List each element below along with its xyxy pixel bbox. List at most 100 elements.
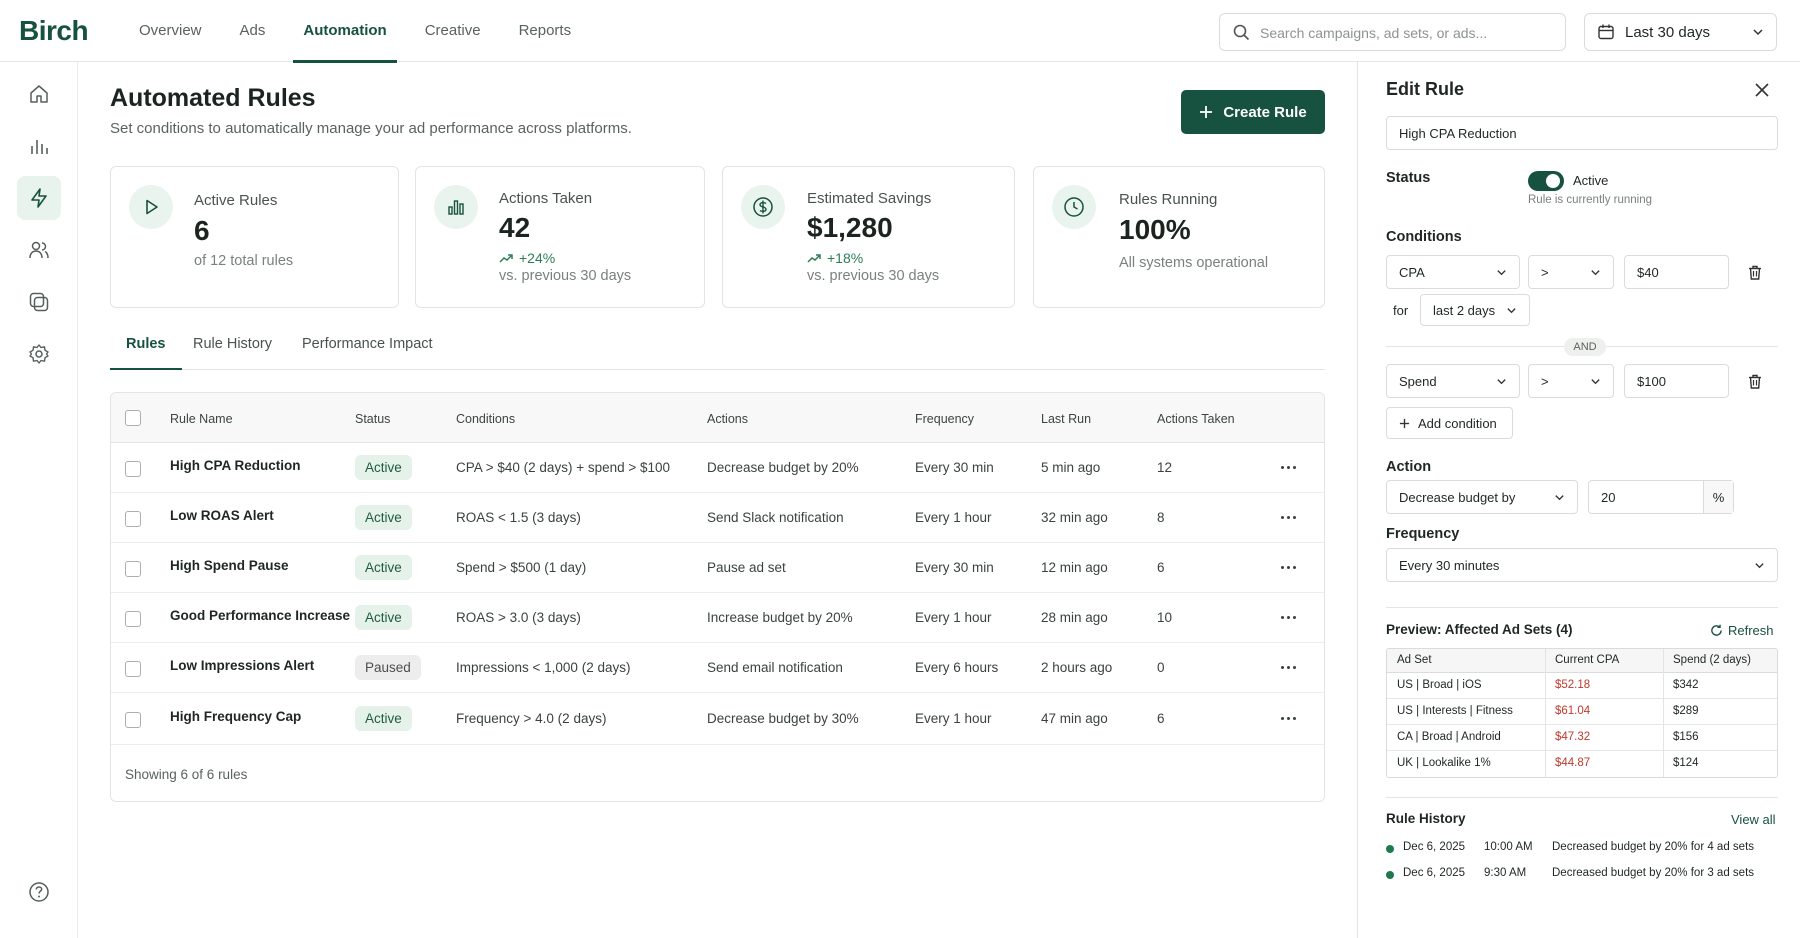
history-text: Decreased budget by 20% for 3 ad sets [1552,867,1755,879]
nav-creative[interactable]: Creative [425,0,481,62]
rule-name-input[interactable]: High CPA Reduction [1386,116,1778,150]
date-range-select[interactable]: Last 30 days [1584,13,1777,51]
trend-up-icon [807,254,821,263]
nav-overview[interactable]: Overview [139,0,202,62]
more-options-icon[interactable] [1281,666,1296,669]
col-frequency[interactable]: Frequency [915,412,974,426]
chart-icon[interactable] [17,124,61,168]
search-input[interactable] [1260,22,1550,44]
row-checkbox[interactable] [125,561,141,577]
preview-ad-set: UK | Lookalike 1% [1397,757,1491,769]
rule-name[interactable]: Good Performance Increase [170,608,350,623]
condition-2-value-input[interactable]: $100 [1624,364,1729,398]
tab-performance-impact[interactable]: Performance Impact [302,336,433,352]
table-row[interactable]: High CPA Reduction Active CPA > $40 (2 d… [111,443,1324,493]
chevron-down-icon [1555,494,1564,500]
refresh-icon [1711,624,1722,636]
row-checkbox[interactable] [125,712,141,728]
condition-2-metric: Spend [1399,373,1437,389]
table-row[interactable]: Low Impressions Alert Paused Impressions… [111,643,1324,693]
plus-icon [1200,106,1213,118]
rule-conditions: ROAS < 1.5 (3 days) [456,510,581,525]
date-range-label: Last 30 days [1625,23,1711,41]
users-icon[interactable] [17,228,61,272]
sidebar [0,62,78,938]
action-select[interactable]: Decrease budget by [1386,480,1578,514]
condition-2-metric-select[interactable]: Spend [1386,364,1520,398]
col-conditions[interactable]: Conditions [456,412,515,426]
rule-frequency: Every 30 min [915,560,994,575]
col-rule-name[interactable]: Rule Name [170,412,233,426]
bolt-icon[interactable] [17,176,61,220]
rule-last-run: 28 min ago [1041,610,1108,625]
condition-1-operator-select[interactable]: > [1528,255,1614,289]
rules-table: Rule Name Status Conditions Actions Freq… [110,392,1325,802]
status-badge: Active [355,455,412,480]
col-last-run[interactable]: Last Run [1041,412,1091,426]
nav-reports[interactable]: Reports [519,0,572,62]
help-icon[interactable] [17,870,61,914]
chevron-down-icon [1497,269,1506,275]
rule-name[interactable]: High Frequency Cap [170,709,301,724]
preview-title: Preview: Affected Ad Sets (4) [1386,622,1573,637]
row-checkbox[interactable] [125,461,141,477]
col-status[interactable]: Status [355,412,390,426]
condition-2-operator-select[interactable]: > [1528,364,1614,398]
more-options-icon[interactable] [1281,566,1296,569]
nav-ads[interactable]: Ads [240,0,266,62]
more-options-icon[interactable] [1281,516,1296,519]
rule-name[interactable]: Low Impressions Alert [170,658,314,673]
col-actions[interactable]: Actions [707,412,748,426]
row-checkbox[interactable] [125,511,141,527]
preview-spend: $124 [1673,757,1699,769]
view-all-link[interactable]: View all [1731,812,1776,827]
trash-icon[interactable] [1748,374,1762,389]
col-actions-taken[interactable]: Actions Taken [1157,412,1235,426]
search-box[interactable] [1219,13,1566,51]
create-rule-button[interactable]: Create Rule [1181,90,1325,134]
rule-conditions: Frequency > 4.0 (2 days) [456,711,607,726]
rule-name[interactable]: High CPA Reduction [170,458,301,473]
frequency-select[interactable]: Every 30 minutes [1386,548,1778,582]
rule-name[interactable]: Low ROAS Alert [170,508,274,523]
status-toggle[interactable] [1528,171,1564,191]
logo[interactable]: Birch [19,15,89,47]
rule-last-run: 2 hours ago [1041,660,1113,675]
tab-rules[interactable]: Rules [110,336,181,370]
condition-1-value-input[interactable]: $40 [1624,255,1729,289]
tab-rule-history[interactable]: Rule History [193,336,272,352]
rule-action: Decrease budget by 30% [707,711,859,726]
preview-row: CA | Broad | Android $47.32 $156 [1387,725,1777,751]
layers-icon[interactable] [17,280,61,324]
rule-name[interactable]: High Spend Pause [170,558,289,573]
history-text: Decreased budget by 20% for 4 ad sets [1552,841,1755,853]
table-row[interactable]: Good Performance Increase Active ROAS > … [111,593,1324,643]
home-icon[interactable] [17,72,61,116]
history-item: Dec 6, 2025 9:30 AM Decreased budget by … [1386,867,1778,883]
more-options-icon[interactable] [1281,717,1296,720]
rule-frequency: Every 1 hour [915,610,992,625]
frequency-label: Frequency [1386,526,1460,542]
table-row[interactable]: High Frequency Cap Active Frequency > 4.… [111,693,1324,745]
gear-icon[interactable] [17,332,61,376]
row-checkbox[interactable] [125,611,141,627]
condition-1-period-select[interactable]: last 2 days [1420,294,1530,326]
refresh-button[interactable]: Refresh [1710,623,1774,638]
rule-actions-taken: 6 [1157,560,1165,575]
table-row[interactable]: Low ROAS Alert Active ROAS < 1.5 (3 days… [111,493,1324,543]
more-options-icon[interactable] [1281,466,1296,469]
add-condition-button[interactable]: Add condition [1386,407,1513,439]
nav-automation[interactable]: Automation [293,0,398,63]
row-checkbox[interactable] [125,661,141,677]
column-divider [1545,649,1546,777]
table-row[interactable]: High Spend Pause Active Spend > $500 (1 … [111,543,1324,593]
refresh-label: Refresh [1728,623,1774,638]
action-amount-input[interactable]: 20 % [1588,480,1734,514]
close-icon[interactable] [1755,83,1769,97]
condition-1-metric-select[interactable]: CPA [1386,255,1520,289]
history-time: 9:30 AM [1484,867,1527,879]
trash-icon[interactable] [1748,265,1762,280]
rule-actions-taken: 12 [1157,460,1173,475]
more-options-icon[interactable] [1281,616,1296,619]
select-all-checkbox[interactable] [125,410,141,426]
